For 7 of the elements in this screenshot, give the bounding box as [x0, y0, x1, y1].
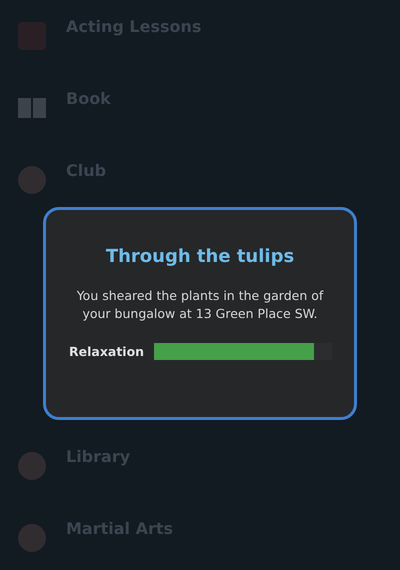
- meter-label: Relaxation: [69, 344, 144, 359]
- dialog-title: Through the tulips: [106, 246, 294, 267]
- dialog-message: You sheared the plants in the garden of your bungalow at 13 Green Place SW.: [76, 287, 324, 323]
- activity-icon: [16, 164, 48, 196]
- activity-icon: [16, 450, 48, 482]
- activity-icon: [16, 522, 48, 554]
- activity-icon: [16, 20, 48, 52]
